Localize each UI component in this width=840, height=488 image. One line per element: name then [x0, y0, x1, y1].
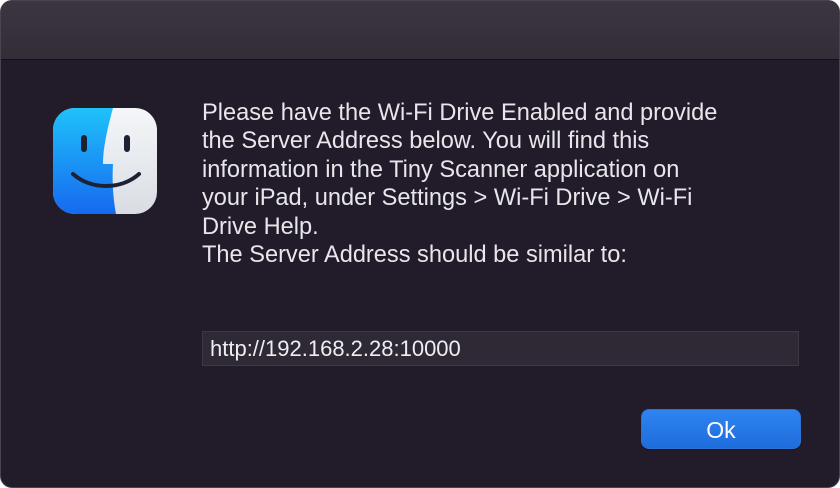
server-address-input[interactable] [202, 331, 799, 366]
message-line: information in the Tiny Scanner applicat… [202, 156, 680, 183]
hint-line: The Server Address should be similar to: [202, 242, 627, 269]
message-line: Drive Help. [202, 213, 319, 240]
finder-icon [53, 108, 157, 214]
message-line: your iPad, under Settings > Wi-Fi Drive … [202, 185, 693, 212]
title-bar[interactable] [1, 1, 839, 60]
alert-dialog: Please have the Wi-Fi Drive Enabled and … [0, 0, 840, 488]
message-line: Please have the Wi-Fi Drive Enabled and … [202, 100, 718, 126]
dialog-message: Please have the Wi-Fi Drive Enabled and … [202, 99, 812, 269]
message-line: the Server Address below. You will find … [202, 128, 650, 155]
ok-button[interactable]: Ok [641, 409, 801, 449]
